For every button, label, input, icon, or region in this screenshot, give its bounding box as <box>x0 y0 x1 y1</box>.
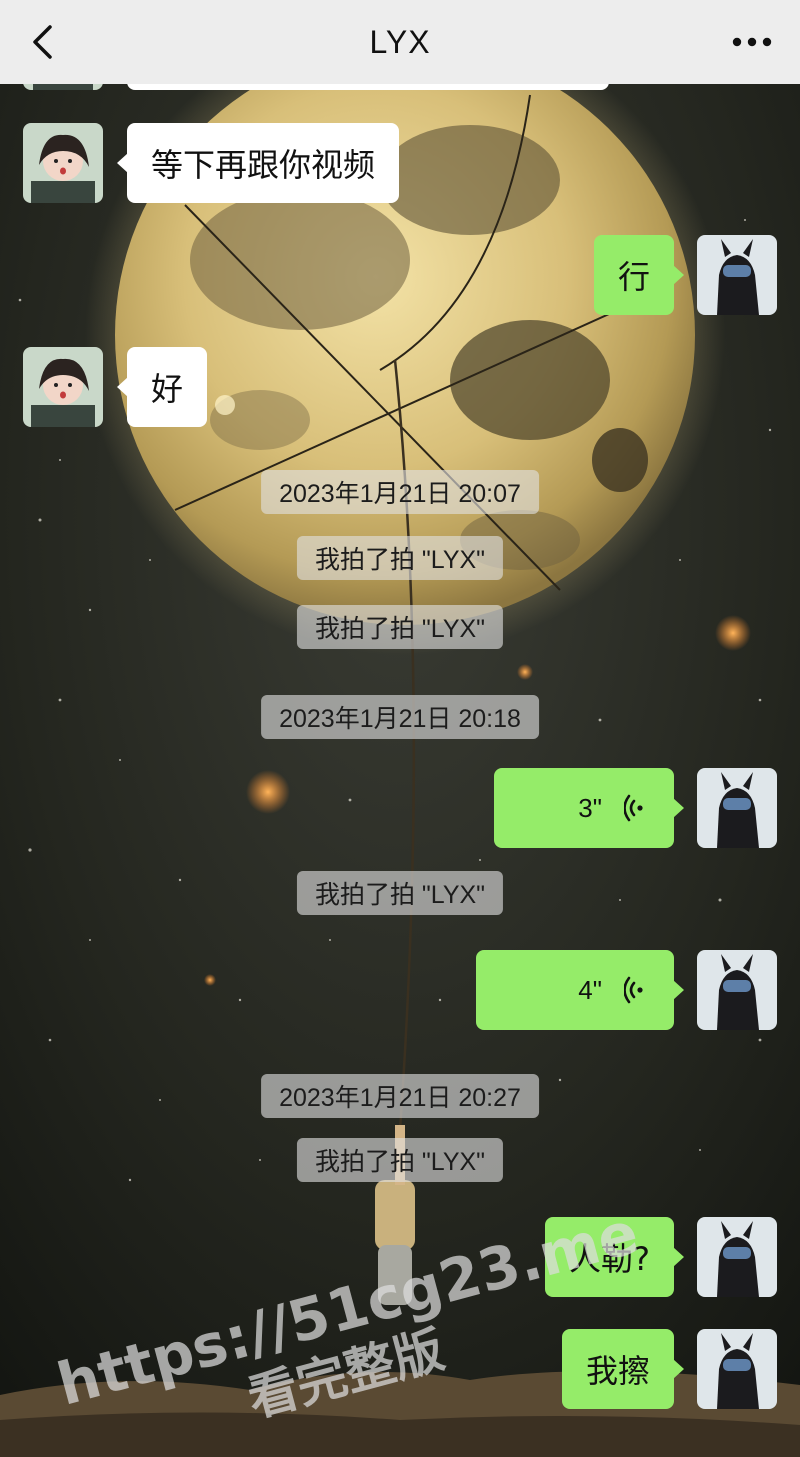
pat-notice: 我拍了拍 "LYX" <box>296 536 504 580</box>
my-avatar[interactable] <box>697 1217 777 1297</box>
message-text: 我擦 <box>585 1352 650 1390</box>
contact-avatar[interactable] <box>23 347 103 427</box>
more-dots-icon <box>732 37 772 47</box>
outgoing-message[interactable]: 人勒? <box>545 1217 684 1297</box>
incoming-message[interactable]: 好 <box>116 347 208 427</box>
my-avatar[interactable] <box>697 235 777 315</box>
chevron-left-icon <box>33 25 52 59</box>
pat-notice: 我拍了拍 "LYX" <box>296 1138 504 1182</box>
pat-notice: 我拍了拍 "LYX" <box>296 605 504 649</box>
more-button[interactable] <box>728 22 776 62</box>
outgoing-voice-message[interactable]: 4" <box>476 950 684 1030</box>
chat-title: LYX <box>369 23 431 60</box>
contact-avatar-image <box>23 123 103 203</box>
my-avatar-image <box>697 768 777 848</box>
chat-screen: https://51cg23.me 看完整版 LYX 等下再跟你视频 行 好 2… <box>0 0 800 1457</box>
voice-duration: 4" <box>578 974 602 1005</box>
incoming-message[interactable]: 等下再跟你视频 <box>116 123 400 203</box>
voice-duration: 3" <box>578 792 602 823</box>
timestamp: 2023年1月21日 20:27 <box>261 1074 539 1118</box>
message-text: 好 <box>151 370 184 408</box>
message-text: 等下再跟你视频 <box>151 146 376 184</box>
voice-wave-icon <box>624 794 643 822</box>
message-text: 行 <box>617 258 650 296</box>
my-avatar[interactable] <box>697 950 777 1030</box>
contact-avatar-image <box>23 347 103 427</box>
contact-avatar[interactable] <box>23 123 103 203</box>
message-text: 人勒? <box>569 1240 650 1278</box>
back-button[interactable] <box>22 22 62 62</box>
chat-header: LYX <box>0 0 800 84</box>
pat-notice: 我拍了拍 "LYX" <box>296 871 504 915</box>
my-avatar[interactable] <box>697 768 777 848</box>
outgoing-voice-message[interactable]: 3" <box>494 768 684 848</box>
timestamp: 2023年1月21日 20:18 <box>261 695 539 739</box>
outgoing-message[interactable]: 行 <box>593 235 685 315</box>
my-avatar-image <box>697 1329 777 1409</box>
my-avatar[interactable] <box>697 1329 777 1409</box>
my-avatar-image <box>697 950 777 1030</box>
my-avatar-image <box>697 1217 777 1297</box>
outgoing-message[interactable]: 我擦 <box>561 1329 685 1409</box>
my-avatar-image <box>697 235 777 315</box>
timestamp: 2023年1月21日 20:07 <box>261 470 539 514</box>
voice-wave-icon <box>624 976 643 1004</box>
